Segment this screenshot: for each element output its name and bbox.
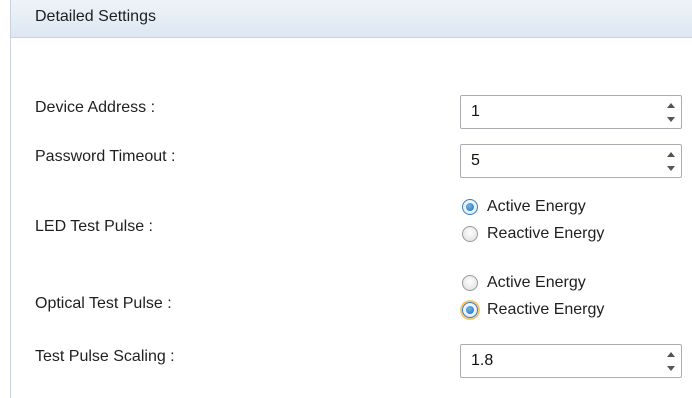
led-test-pulse-label: LED Test Pulse : [35, 218, 153, 235]
device-address-spinbox[interactable]: 1 [460, 95, 682, 129]
chevron-down-icon[interactable] [665, 161, 677, 175]
optical-test-pulse-label: Optical Test Pulse : [35, 295, 172, 312]
radio-label: Active Energy [487, 198, 586, 215]
device-address-value[interactable]: 1 [471, 103, 480, 121]
chevron-down-icon[interactable] [665, 112, 677, 126]
led-reactive-energy-radio[interactable]: Reactive Energy [462, 225, 604, 243]
optical-active-energy-radio[interactable]: Active Energy [462, 274, 586, 292]
password-timeout-value[interactable]: 5 [471, 152, 480, 170]
test-pulse-scaling-spinbox[interactable]: 1.8 [460, 344, 682, 378]
test-pulse-scaling-value[interactable]: 1.8 [471, 352, 493, 370]
radio-label: Active Energy [487, 274, 586, 291]
test-pulse-scaling-label: Test Pulse Scaling : [35, 348, 175, 365]
chevron-down-icon[interactable] [665, 361, 677, 375]
panel-left-border [0, 0, 11, 398]
led-active-energy-radio[interactable]: Active Energy [462, 198, 586, 216]
radio-unselected-icon [462, 226, 478, 242]
password-timeout-spinbox[interactable]: 5 [460, 144, 682, 178]
radio-selected-icon [462, 302, 478, 318]
device-address-label: Device Address : [35, 99, 156, 116]
optical-reactive-energy-radio[interactable]: Reactive Energy [462, 301, 604, 319]
radio-label: Reactive Energy [487, 225, 605, 242]
radio-unselected-icon [462, 275, 478, 291]
panel-title: Detailed Settings [35, 8, 156, 25]
password-timeout-label: Password Timeout : [35, 148, 176, 165]
radio-selected-icon [462, 199, 478, 215]
radio-label: Reactive Energy [487, 301, 605, 318]
chevron-up-icon[interactable] [665, 98, 677, 112]
panel-header: Detailed Settings [11, 0, 692, 38]
chevron-up-icon[interactable] [665, 347, 677, 361]
chevron-up-icon[interactable] [665, 147, 677, 161]
